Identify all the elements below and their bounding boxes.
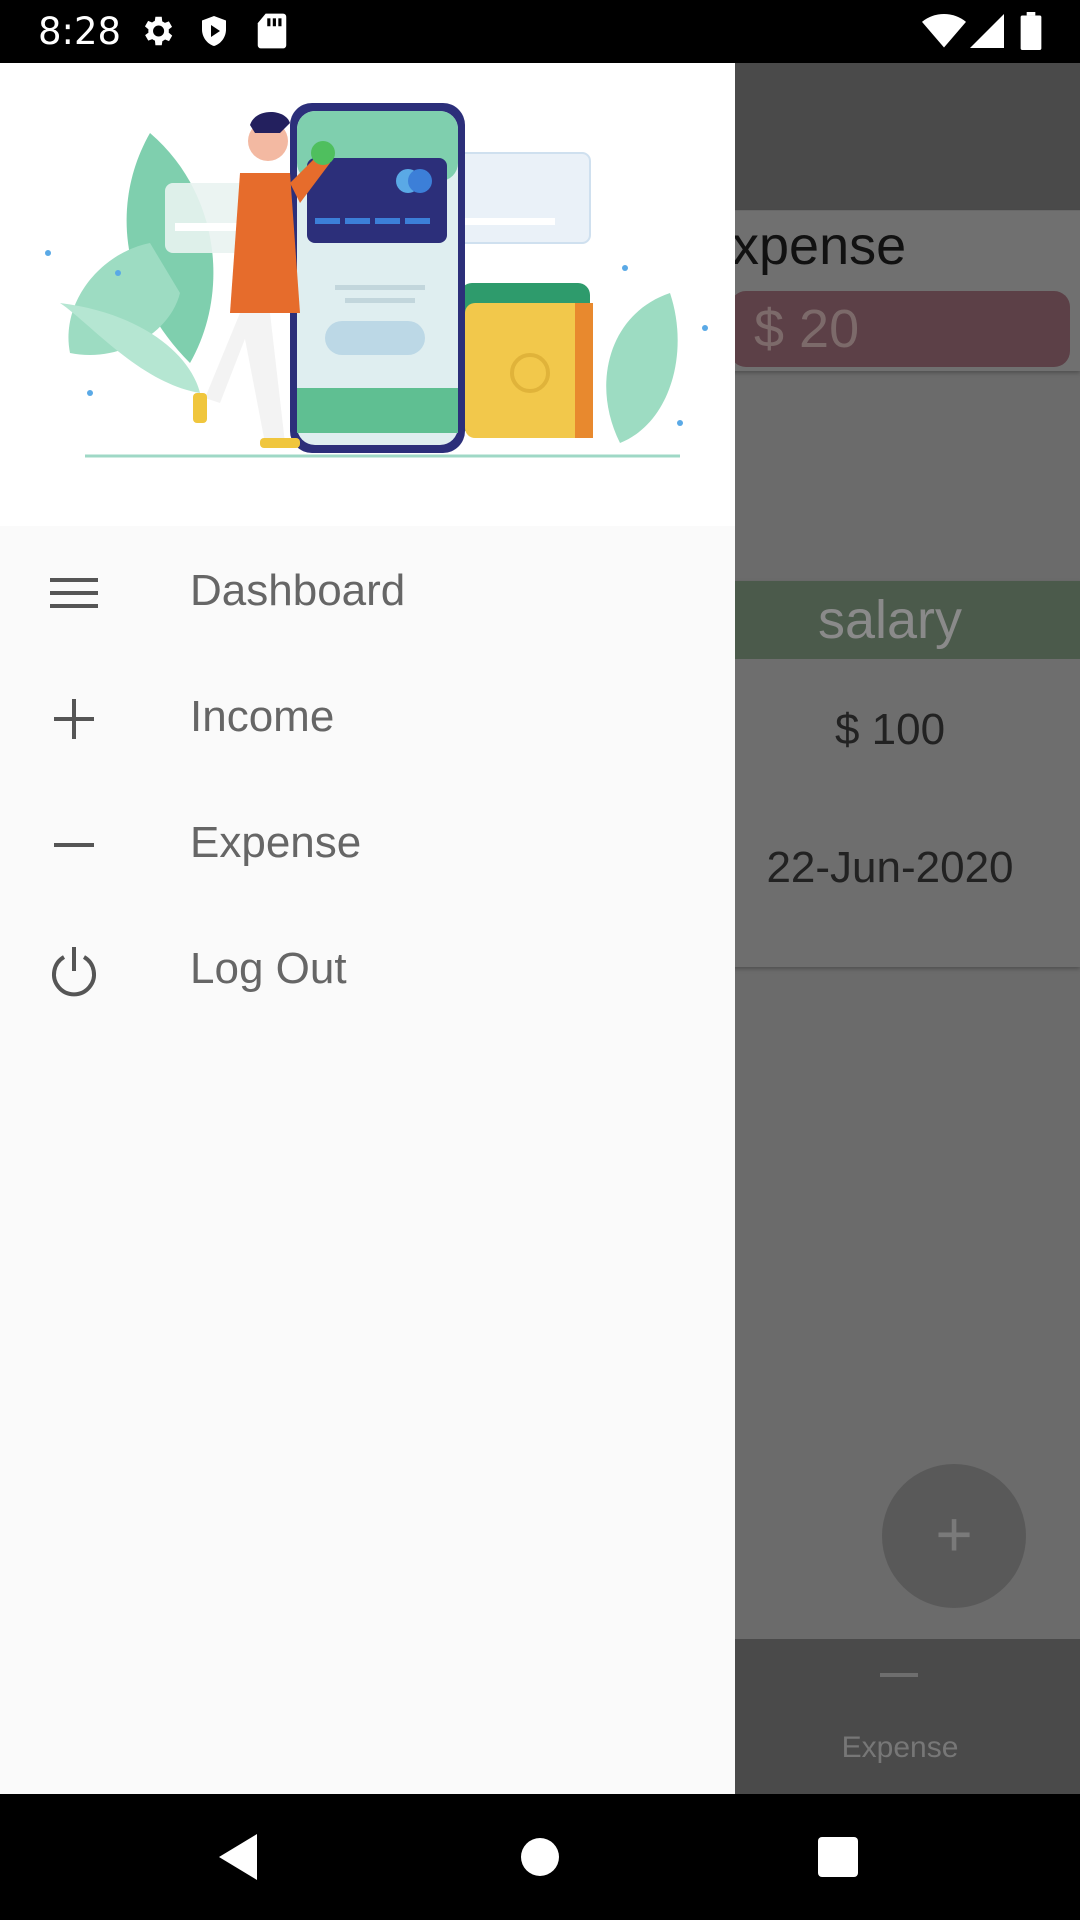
menu-item-dashboard[interactable]: Dashboard <box>0 526 735 652</box>
plus-icon <box>46 691 102 747</box>
drawer-header-illustration <box>0 63 735 526</box>
bottom-nav-expense-label[interactable]: Expense <box>820 1731 980 1765</box>
status-time: 8:28 <box>38 10 122 53</box>
shield-icon <box>196 12 232 55</box>
minus-icon <box>46 817 102 873</box>
minus-icon <box>880 1673 918 1677</box>
cell-signal-icon <box>970 14 1004 53</box>
expense-card-amount: $ 20 <box>730 291 1070 367</box>
sd-card-icon <box>256 12 288 55</box>
add-fab-button[interactable]: + <box>882 1464 1026 1608</box>
menu-label-dashboard: Dashboard <box>190 566 406 615</box>
income-card-date: 22-Jun-2020 <box>766 843 1014 892</box>
menu-label-logout: Log Out <box>190 944 347 993</box>
menu-item-income[interactable]: Income <box>0 652 735 778</box>
menu-label-expense: Expense <box>190 818 362 867</box>
menu-item-expense[interactable]: Expense <box>0 778 735 904</box>
income-card-amount: $ 100 <box>834 705 946 754</box>
menu-icon <box>46 565 102 621</box>
expense-card[interactable]: xpense $ 20 <box>700 211 1080 371</box>
expense-card-title: xpense <box>732 216 907 276</box>
income-card[interactable]: salary $ 100 22-Jun-2020 <box>700 581 1080 967</box>
system-navigation-bar <box>0 1794 1080 1920</box>
home-icon[interactable] <box>505 1822 575 1892</box>
status-bar: 8:28 <box>0 0 1080 63</box>
power-icon <box>46 943 102 999</box>
battery-icon <box>1020 12 1042 55</box>
navigation-drawer: Dashboard Income Expense Log Out <box>0 63 735 1794</box>
wifi-icon <box>922 14 966 53</box>
back-icon[interactable] <box>205 1822 275 1892</box>
menu-item-logout[interactable]: Log Out <box>0 904 735 1030</box>
income-card-title: salary <box>700 581 1080 659</box>
settings-icon <box>138 12 176 55</box>
recents-icon[interactable] <box>803 1822 873 1892</box>
menu-label-income: Income <box>190 692 335 741</box>
